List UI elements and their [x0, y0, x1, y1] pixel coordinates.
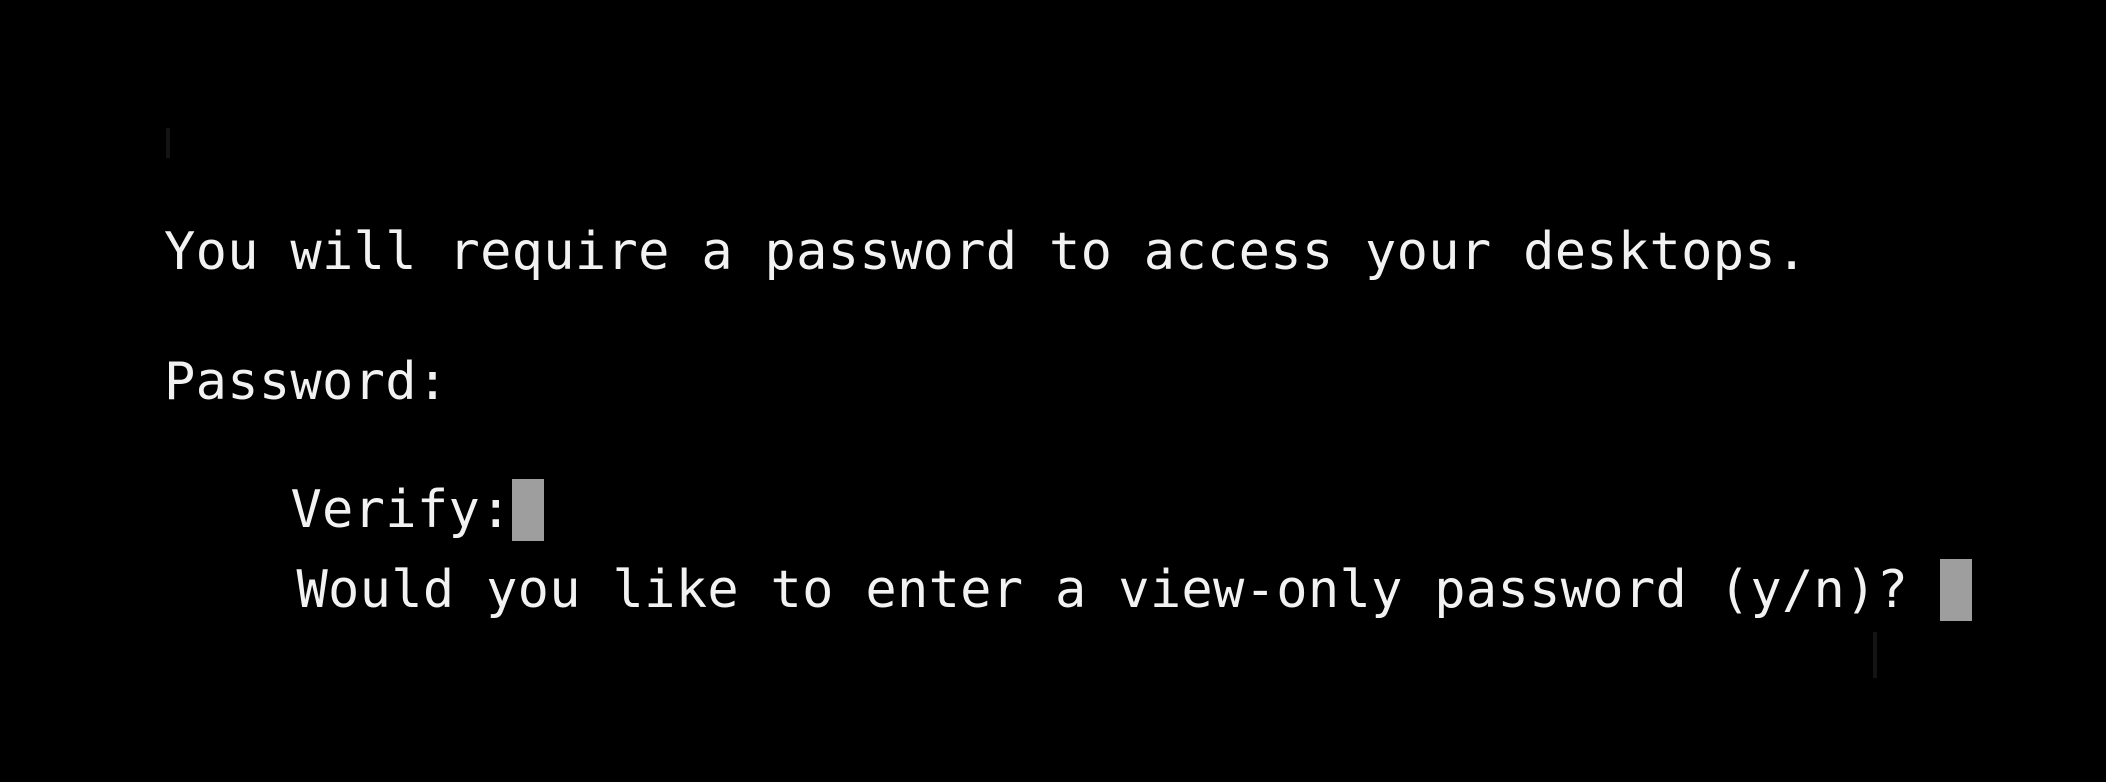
info-line: You will require a password to access yo… — [164, 222, 1808, 282]
input-cursor[interactable] — [1939, 559, 1972, 621]
password-prompt: Password: — [164, 352, 449, 412]
view-only-prompt: Would you like to enter a view-only pass… — [296, 560, 1940, 620]
terminal-window[interactable]: You will require a password to access yo… — [0, 0, 2106, 782]
view-only-line: Would you like to enter a view-only pass… — [170, 494, 1972, 686]
ghost-artifact-top — [166, 128, 170, 158]
